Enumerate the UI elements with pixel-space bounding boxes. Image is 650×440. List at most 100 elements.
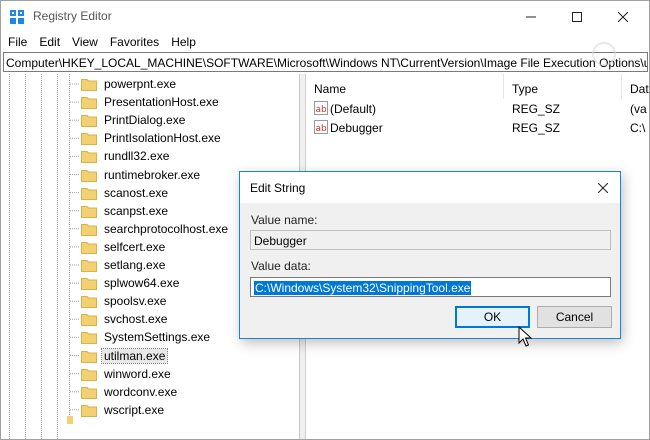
edit-string-dialog: Edit String Value name: Debugger Value d… [239,171,621,339]
tree-item-label: SystemSettings.exe [104,330,211,345]
registry-editor-window: Registry Editor File Edit View Favorites… [0,0,650,440]
tree-item-label: spoolsv.exe [104,294,167,309]
tree-item[interactable]: wordconv.exe [81,383,180,401]
value-name: (Default) [330,102,377,116]
tree-item[interactable]: scanpst.exe [81,202,171,220]
tree-item[interactable]: searchprotocolhost.exe [81,220,231,238]
dialog-title-bar[interactable]: Edit String [240,172,620,203]
tree-item-label: rundll32.exe [104,149,170,164]
tree-item[interactable]: winword.exe [81,365,174,383]
value-data: (va [630,102,647,116]
dialog-close-button[interactable] [586,172,620,203]
tree-item-label: runtimebroker.exe [104,167,201,182]
folder-icon [81,79,97,91]
address-bar[interactable]: Computer\HKEY_LOCAL_MACHINE\SOFTWARE\Mic… [3,52,648,72]
tree-guide-lines [9,74,79,439]
ok-button[interactable]: OK [455,306,530,328]
folder-icon [81,404,97,417]
list-row-debugger[interactable]: ab Debugger REG_SZ C:\ [306,119,649,138]
cancel-button[interactable]: Cancel [537,306,612,328]
tree-item[interactable]: utilman.exe [81,347,169,365]
value-name-text: Debugger [254,234,307,248]
menu-favorites[interactable]: Favorites [103,32,164,52]
tree-item[interactable]: spoolsv.exe [81,292,169,310]
column-header-type[interactable]: Type [504,74,622,99]
tree-item[interactable]: runtimebroker.exe [81,166,203,184]
close-icon [618,11,628,22]
folder-icon [81,260,97,272]
folder-icon [81,332,97,345]
minimize-icon [526,16,536,17]
folder-icon [81,368,97,381]
tree-item-label: winword.exe [104,366,171,381]
folder-icon [81,169,97,182]
folder-icon [81,151,97,164]
tree-item-label: PrintDialog.exe [104,113,186,128]
folder-icon [81,205,97,218]
tree-item[interactable]: rundll32.exe [81,147,172,165]
folder-icon [81,314,97,327]
title-bar[interactable]: Registry Editor [1,1,649,32]
value-name-label: Value name: [251,213,318,227]
tree-item-label: scanost.exe [104,185,169,200]
list-row-default[interactable]: ab (Default) REG_SZ (va [306,100,649,119]
tree-item[interactable]: splwow64.exe [81,274,182,292]
tree-item-label: PrintIsolationHost.exe [104,131,221,146]
tree-item-label: PresentationHost.exe [104,95,219,110]
close-button[interactable] [600,1,646,32]
tree-item[interactable]: wscript.exe [81,401,167,419]
tree-item[interactable]: SystemSettings.exe [81,328,213,346]
tree-item-label: utilman.exe [101,347,169,364]
dialog-title: Edit String [250,181,306,195]
folder-icon [81,296,97,309]
maximize-icon [572,11,582,22]
folder-icon [81,97,97,110]
tree-item[interactable]: setlang.exe [81,256,168,274]
folder-icon [81,133,97,146]
tree-item-label: scanpst.exe [104,203,169,218]
tree-item-label: selfcert.exe [104,239,166,254]
menu-edit[interactable]: Edit [32,32,65,52]
string-value-icon: ab [314,101,328,115]
column-header-data[interactable]: Dat [622,74,649,99]
tree-item[interactable]: PrintIsolationHost.exe [81,129,224,147]
tree-item[interactable]: PresentationHost.exe [81,93,222,111]
tree-item-label: splwow64.exe [104,276,180,291]
tree-item-label: wscript.exe [104,402,165,417]
folder-icon [81,223,97,236]
svg-text:ab: ab [316,105,328,115]
tree-item-label: wordconv.exe [104,384,178,399]
menu-bar: File Edit View Favorites Help [1,32,649,52]
close-icon [598,182,608,193]
value-data-input[interactable]: C:\Windows\System32\SnippingTool.exe [250,277,611,297]
string-value-icon: ab [314,120,328,134]
tree-item[interactable]: svchost.exe [81,310,170,328]
window-title: Registry Editor [33,9,112,23]
tree-item[interactable]: PrintDialog.exe [81,111,188,129]
minimize-button[interactable] [508,1,554,32]
value-type: REG_SZ [512,121,561,135]
value-data-label: Value data: [251,259,311,273]
column-header-name[interactable]: Name [306,74,504,99]
folder-icon [81,278,97,291]
value-name: Debugger [330,121,383,135]
value-name-field: Debugger [250,230,611,250]
folder-icon [81,241,97,254]
tree-item[interactable]: powerpnt.exe [81,75,179,93]
value-type: REG_SZ [512,102,561,116]
tree-item[interactable]: scanost.exe [81,184,171,202]
folder-icon [81,115,97,128]
menu-help[interactable]: Help [164,32,201,52]
tree-item-label: setlang.exe [104,258,166,272]
menu-file[interactable]: File [1,32,32,52]
tree-item-label: searchprotocolhost.exe [104,221,229,236]
tree-item[interactable]: selfcert.exe [81,238,168,256]
folder-icon [81,386,97,399]
tree-item-label: svchost.exe [104,312,168,327]
tree-item-label: powerpnt.exe [104,77,177,91]
maximize-button[interactable] [554,1,600,32]
value-data: C:\ [630,121,646,135]
svg-text:ab: ab [316,124,328,134]
menu-view[interactable]: View [65,32,103,52]
mouse-cursor-icon [518,326,532,347]
